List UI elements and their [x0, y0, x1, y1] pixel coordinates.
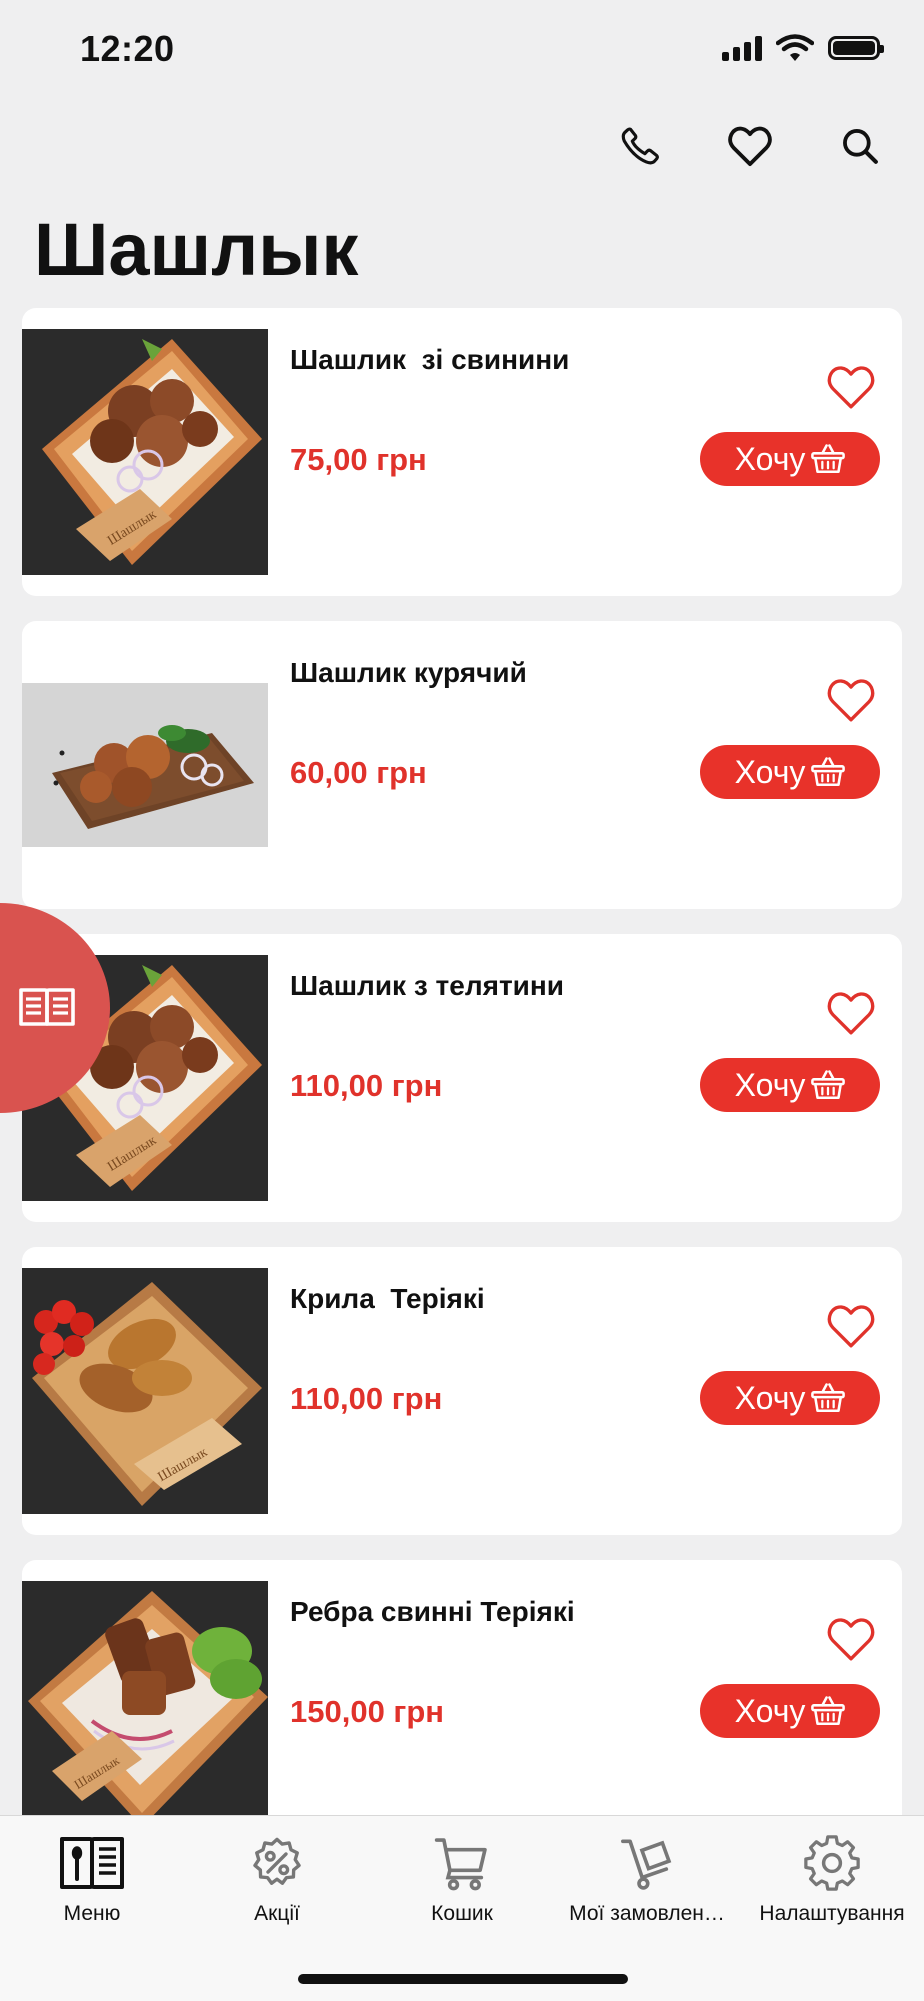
- basket-icon: [811, 1696, 846, 1726]
- product-price: 150,00 грн: [290, 1694, 445, 1729]
- menu-book-icon: [60, 1837, 124, 1889]
- product-list: Шашлык Шашлик зі свинини 75,00 грн Хочу: [22, 308, 902, 1873]
- product-price: 110,00 грн: [290, 1381, 443, 1416]
- basket-icon: [811, 1070, 846, 1100]
- tab-menu[interactable]: Меню: [0, 1830, 184, 1926]
- home-indicator: [298, 1974, 628, 1984]
- product-card[interactable]: Шашлык Крила Теріякі 110,00 грн Хочу: [22, 1247, 902, 1535]
- gear-icon: [804, 1835, 860, 1891]
- product-card[interactable]: Шашлык Шашлик з телятини 110,00 грн Хочу: [22, 934, 902, 1222]
- discount-icon: [253, 1837, 301, 1885]
- status-icons: [722, 34, 884, 62]
- battery-icon: [828, 36, 884, 60]
- product-name: Шашлик з телятини: [290, 970, 564, 1001]
- search-icon[interactable]: [836, 122, 884, 170]
- tab-promotions[interactable]: Акції: [185, 1830, 369, 1926]
- product-card[interactable]: Шашлик курячий 60,00 грн Хочу: [22, 621, 902, 909]
- want-button-label: Хочу: [734, 440, 806, 477]
- basket-icon: [811, 1383, 846, 1413]
- product-photo[interactable]: Шашлык: [22, 1560, 268, 1848]
- wifi-icon: [776, 34, 814, 61]
- tab-label: Мої замовлен…: [569, 1902, 725, 1925]
- status-bar: 12:20: [0, 0, 924, 100]
- phone-icon[interactable]: [616, 122, 664, 170]
- tab-settings[interactable]: Налаштування: [740, 1830, 924, 1926]
- page-title: Шашлык: [34, 208, 359, 291]
- product-price: 75,00 грн: [290, 442, 427, 477]
- product-price: 60,00 грн: [290, 755, 427, 790]
- cellular-signal-icon: [722, 35, 762, 61]
- product-name: Ребра свинні Теріякі: [290, 1596, 575, 1627]
- product-card[interactable]: Шашлык Шашлик зі свинини 75,00 грн Хочу: [22, 308, 902, 596]
- want-button[interactable]: Хочу: [700, 1371, 880, 1425]
- want-button[interactable]: Хочу: [700, 745, 880, 799]
- favorite-heart-icon[interactable]: [826, 1303, 876, 1349]
- product-name: Крила Теріякі: [290, 1283, 485, 1314]
- orders-icon: [621, 1839, 672, 1890]
- tab-cart[interactable]: Кошик: [370, 1830, 554, 1926]
- want-button-label: Хочу: [734, 1692, 806, 1729]
- want-button-label: Хочу: [734, 753, 806, 790]
- favorite-heart-icon[interactable]: [826, 1616, 876, 1662]
- header-actions: [616, 122, 884, 170]
- basket-icon: [811, 444, 846, 474]
- favorite-heart-icon[interactable]: [826, 677, 876, 723]
- product-photo[interactable]: [22, 621, 268, 909]
- tab-label: Акції: [254, 1902, 300, 1925]
- basket-icon: [811, 757, 846, 787]
- want-button-label: Хочу: [734, 1066, 806, 1103]
- product-card[interactable]: Шашлык Ребра свинні Теріякі 150,00 грн Х…: [22, 1560, 902, 1848]
- tab-label: Меню: [63, 1902, 121, 1925]
- tab-orders[interactable]: Мої замовлен…: [555, 1830, 739, 1926]
- cart-icon: [434, 1838, 487, 1891]
- favorite-heart-icon[interactable]: [826, 990, 876, 1036]
- heart-icon[interactable]: [726, 122, 774, 170]
- tab-label: Налаштування: [759, 1902, 905, 1925]
- product-name: Шашлик курячий: [290, 657, 527, 688]
- favorite-heart-icon[interactable]: [826, 364, 876, 410]
- product-photo[interactable]: Шашлык: [22, 308, 268, 596]
- tab-label: Кошик: [431, 1902, 493, 1925]
- product-name: Шашлик зі свинини: [290, 344, 570, 375]
- want-button[interactable]: Хочу: [700, 1058, 880, 1112]
- want-button[interactable]: Хочу: [700, 432, 880, 486]
- product-photo[interactable]: Шашлык: [22, 1247, 268, 1535]
- want-button[interactable]: Хочу: [700, 1684, 880, 1738]
- open-book-icon: [19, 988, 75, 1026]
- want-button-label: Хочу: [734, 1379, 806, 1416]
- product-price: 110,00 грн: [290, 1068, 443, 1103]
- status-time: 12:20: [80, 28, 175, 69]
